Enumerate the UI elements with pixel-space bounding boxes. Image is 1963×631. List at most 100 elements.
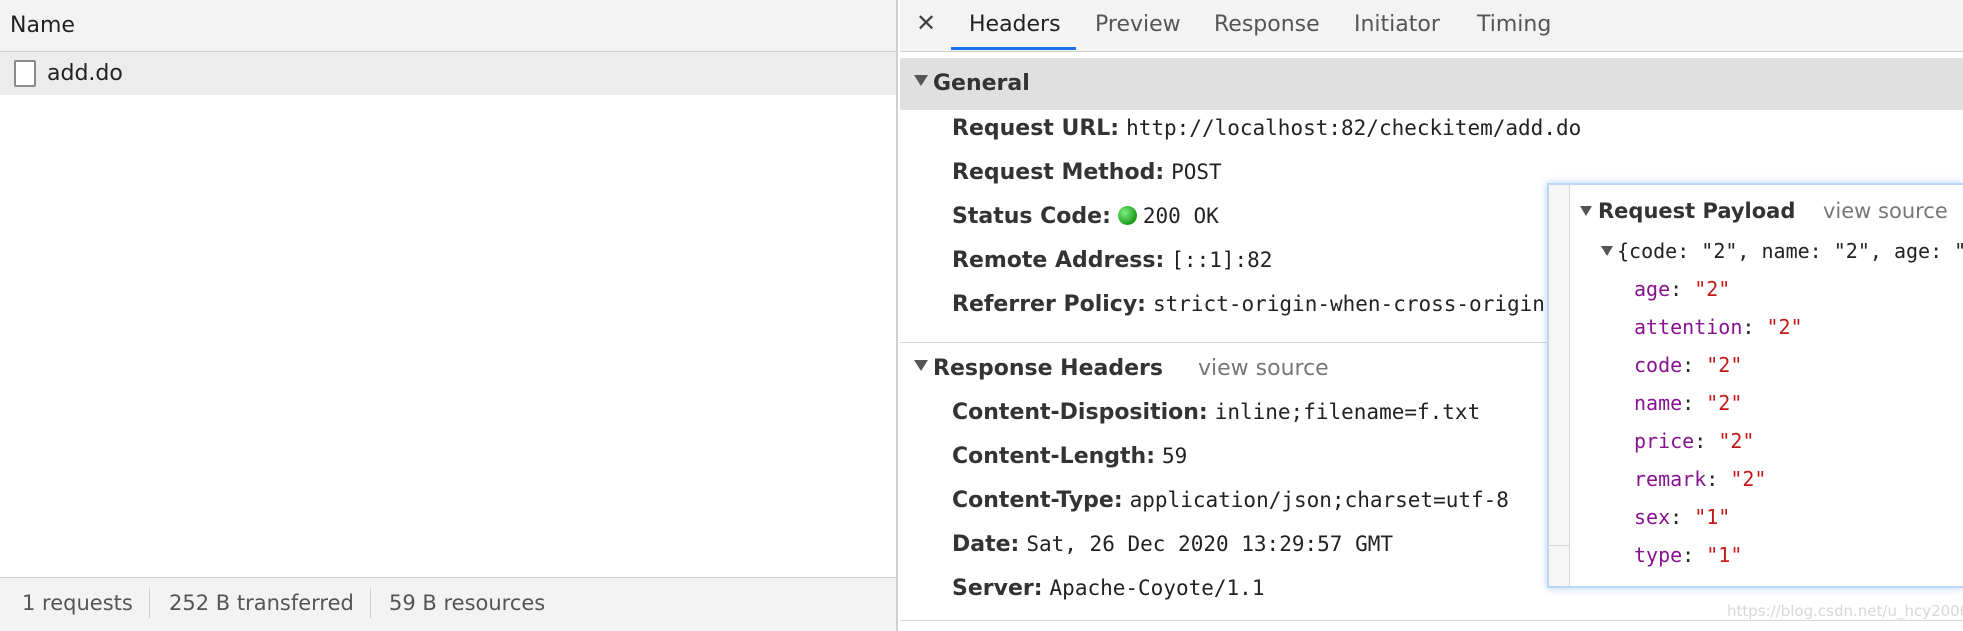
property-key: price <box>1634 429 1695 453</box>
request-payload-title: Request Payload <box>1598 199 1796 223</box>
property-value: "1" <box>1694 505 1731 529</box>
payload-property: code: "2" <box>1634 353 1742 377</box>
name-column-label: Name <box>10 13 75 38</box>
header-key: Status Code: <box>952 204 1111 229</box>
watermark: https://blog.csdn.net/u_hcy2000 <box>1727 602 1963 620</box>
header-row-content-type: Content-Type: application/json;charset=u… <box>952 488 1509 518</box>
payload-gutter <box>1549 185 1570 586</box>
section-divider <box>900 620 1963 621</box>
property-key: attention <box>1634 315 1743 339</box>
payload-property: sex: "1" <box>1634 505 1730 529</box>
collapse-triangle-icon <box>914 360 928 371</box>
payload-object-summary[interactable]: {code: "2", name: "2", age: " <box>1601 239 1963 263</box>
header-row-date: Date: Sat, 26 Dec 2020 13:29:57 GMT <box>952 532 1393 562</box>
header-key: Server: <box>952 576 1043 601</box>
property-key: type <box>1634 543 1683 567</box>
tab-initiator[interactable]: Initiator <box>1354 12 1440 37</box>
property-value: "2" <box>1694 277 1731 301</box>
details-tab-bar: ✕ Headers Preview Response Initiator Tim… <box>900 0 1963 52</box>
request-name: add.do <box>47 61 123 86</box>
payload-property: price: "2" <box>1634 429 1754 453</box>
tab-response[interactable]: Response <box>1214 12 1320 37</box>
property-separator: : <box>1670 277 1695 301</box>
status-divider <box>149 588 150 618</box>
header-key: Referrer Policy: <box>952 292 1146 317</box>
header-value: [::1]:82 <box>1171 248 1273 272</box>
header-value: 200 OK <box>1142 204 1219 228</box>
header-key: Request Method: <box>952 160 1165 185</box>
tab-timing[interactable]: Timing <box>1477 12 1551 37</box>
payload-property: name: "2" <box>1634 391 1742 415</box>
header-key: Request URL: <box>952 116 1120 141</box>
name-column-header[interactable]: Name <box>0 0 896 52</box>
header-value: application/json;charset=utf-8 <box>1129 488 1509 512</box>
request-row[interactable]: add.do <box>0 52 896 95</box>
expand-triangle-icon <box>1601 246 1613 256</box>
header-key: Content-Length: <box>952 444 1155 469</box>
document-icon <box>14 60 36 87</box>
header-row-request-url: Request URL: http://localhost:82/checkit… <box>952 116 1581 146</box>
header-value: POST <box>1171 160 1222 184</box>
requests-count: 1 requests <box>22 591 133 615</box>
request-payload-header[interactable]: Request Payload <box>1580 199 1795 223</box>
header-value: Sat, 26 Dec 2020 13:29:57 GMT <box>1026 532 1393 556</box>
property-value: "2" <box>1766 315 1803 339</box>
payload-property: remark: "2" <box>1634 467 1766 491</box>
header-value: strict-origin-when-cross-origin <box>1152 292 1545 316</box>
header-row-content-length: Content-Length: 59 <box>952 444 1187 474</box>
header-value: 59 <box>1162 444 1188 468</box>
network-status-bar: 1 requests 252 B transferred 59 B resour… <box>0 577 896 631</box>
transferred-size: 252 B transferred <box>169 591 354 615</box>
header-row-referrer-policy: Referrer Policy: strict-origin-when-cros… <box>952 292 1545 322</box>
payload-property: type: "1" <box>1634 543 1742 567</box>
header-row-server: Server: Apache-Coyote/1.1 <box>952 576 1264 606</box>
property-separator: : <box>1670 505 1695 529</box>
property-separator: : <box>1682 353 1707 377</box>
property-separator: : <box>1694 429 1719 453</box>
request-payload-panel: Request Payload view source {code: "2", … <box>1547 183 1963 588</box>
header-row-content-disposition: Content-Disposition: inline;filename=f.t… <box>952 400 1480 430</box>
property-separator: : <box>1682 543 1707 567</box>
general-section-header[interactable]: General <box>900 58 1963 110</box>
active-tab-indicator <box>951 47 1076 50</box>
view-source-link[interactable]: view source <box>1198 356 1329 381</box>
property-key: remark <box>1634 467 1707 491</box>
property-separator: : <box>1742 315 1767 339</box>
property-value: "1" <box>1706 543 1743 567</box>
tab-headers[interactable]: Headers <box>969 12 1061 37</box>
tab-preview[interactable]: Preview <box>1095 12 1181 37</box>
header-row-remote-address: Remote Address: [::1]:82 <box>952 248 1272 278</box>
status-ok-icon <box>1117 206 1137 225</box>
collapse-triangle-icon <box>914 75 928 86</box>
property-key: name <box>1634 391 1683 415</box>
collapse-triangle-icon <box>1580 206 1592 216</box>
property-separator: : <box>1706 467 1731 491</box>
property-value: "2" <box>1730 467 1767 491</box>
header-key: Content-Disposition: <box>952 400 1208 425</box>
header-value: http://localhost:82/checkitem/add.do <box>1126 116 1582 140</box>
property-value: "2" <box>1718 429 1755 453</box>
payload-property: attention: "2" <box>1634 315 1803 339</box>
property-value: "2" <box>1706 353 1743 377</box>
close-icon[interactable]: ✕ <box>916 9 936 37</box>
property-separator: : <box>1682 391 1707 415</box>
payload-summary-text: {code: "2", name: "2", age: " <box>1617 239 1963 263</box>
resources-size: 59 B resources <box>389 591 546 615</box>
header-key: Remote Address: <box>952 248 1165 273</box>
property-key: sex <box>1634 505 1671 529</box>
header-value: Apache-Coyote/1.1 <box>1049 576 1265 600</box>
status-divider <box>370 588 371 618</box>
header-row-request-method: Request Method: POST <box>952 160 1222 190</box>
response-headers-title: Response Headers <box>933 356 1163 381</box>
header-row-status-code: Status Code: 200 OK <box>952 204 1219 234</box>
general-section-title: General <box>933 71 1030 96</box>
payload-view-source-link[interactable]: view source <box>1823 199 1948 223</box>
header-value: inline;filename=f.txt <box>1214 400 1481 424</box>
payload-property: age: "2" <box>1634 277 1730 301</box>
header-key: Date: <box>952 532 1020 557</box>
property-value: "2" <box>1706 391 1743 415</box>
property-key: age <box>1634 277 1671 301</box>
header-key: Content-Type: <box>952 488 1123 513</box>
request-list-pane: Name add.do 1 requests 252 B transferred… <box>0 0 898 631</box>
property-key: code <box>1634 353 1683 377</box>
